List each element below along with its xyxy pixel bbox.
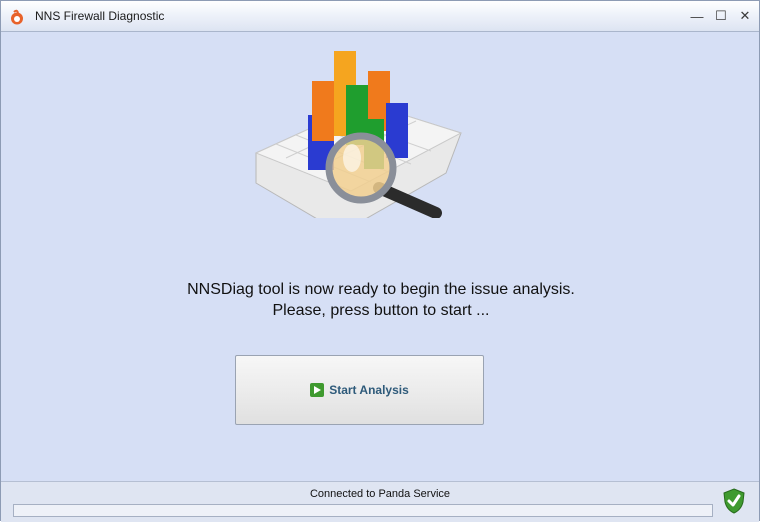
maximize-button[interactable]: ☐ <box>711 7 731 25</box>
minimize-button[interactable]: — <box>687 7 707 25</box>
close-button[interactable]: ✕ <box>735 7 755 25</box>
window-title: NNS Firewall Diagnostic <box>35 9 165 23</box>
app-icon <box>11 9 23 25</box>
ready-message: NNSDiag tool is now ready to begin the i… <box>187 281 575 298</box>
instruction-message: Please, press button to start ... <box>272 302 490 319</box>
app-window: NNS Firewall Diagnostic — ☐ ✕ NNSDiag to… <box>0 0 760 522</box>
shield-check-icon <box>723 488 745 514</box>
connection-status: Connected to Panda Service <box>309 488 451 500</box>
bar-chart-magnifier-icon <box>254 51 463 218</box>
progress-bar <box>13 504 713 517</box>
minimize-icon: — <box>690 8 704 24</box>
maximize-icon: ☐ <box>715 8 727 23</box>
play-icon <box>310 383 325 397</box>
status-bar: Connected to Panda Service <box>1 481 759 522</box>
close-icon: ✕ <box>739 8 751 23</box>
start-analysis-button[interactable]: Start Analysis <box>235 355 484 425</box>
start-analysis-label: Start Analysis <box>329 383 409 397</box>
